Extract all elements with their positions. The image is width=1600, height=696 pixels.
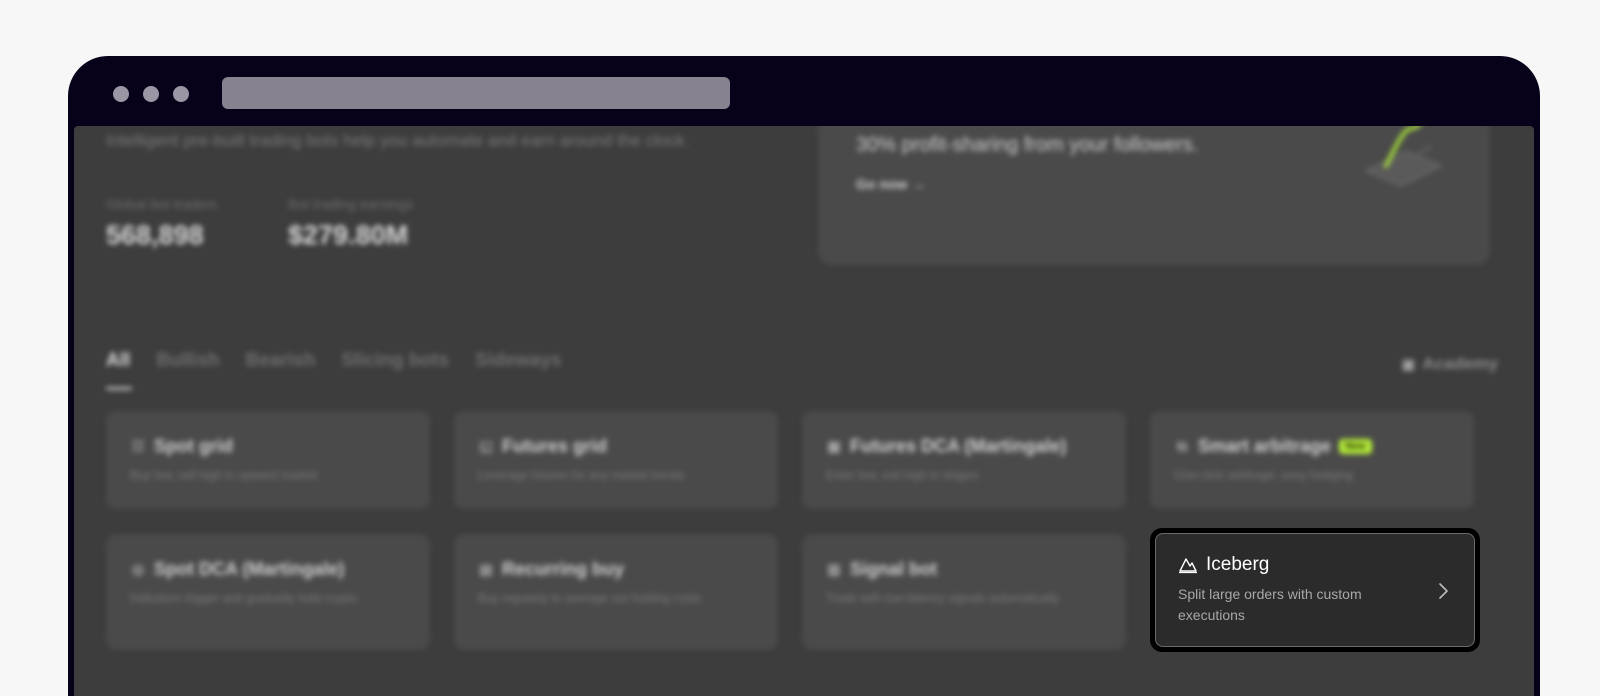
minimize-dot[interactable] xyxy=(143,86,159,102)
promo-link[interactable]: Go now → xyxy=(856,176,925,192)
page-background: Intelligent pre-built trading bots help … xyxy=(0,0,1600,696)
maximize-dot[interactable] xyxy=(173,86,189,102)
card-title: Futures DCA (Martingale) xyxy=(850,436,1067,456)
bot-card-spot-dca[interactable]: ◎ Spot DCA (Martingale) Indicators trigge… xyxy=(106,534,430,650)
new-badge: New xyxy=(1339,439,1372,454)
bot-card-iceberg[interactable]: Iceberg Split large orders with custom e… xyxy=(1155,533,1475,647)
card-title: Signal bot xyxy=(850,559,937,579)
tab-bullish[interactable]: Bullish xyxy=(156,350,219,390)
chevron-right-icon[interactable] xyxy=(1436,580,1450,602)
card-desc: Trade with low-latency signals automatic… xyxy=(826,591,1059,605)
dca-icon: ▦ xyxy=(827,438,841,454)
stat-label: Bot trading earnings xyxy=(288,196,414,212)
card-desc: One-click arbitrage, easy hedging xyxy=(1174,468,1353,482)
signal-icon: ▥ xyxy=(827,561,841,577)
card-desc: Buy low, sell high in upward market xyxy=(130,468,318,482)
calendar-icon: ▤ xyxy=(479,561,493,577)
card-desc: Leverage futures for any market trends xyxy=(478,468,685,482)
tab-sideways[interactable]: Sideways xyxy=(475,350,562,390)
tab-slicing-bots[interactable]: Slicing bots xyxy=(341,350,449,390)
tab-bearish[interactable]: Bearish xyxy=(246,350,316,390)
window-controls xyxy=(113,86,189,102)
close-dot[interactable] xyxy=(113,86,129,102)
grid-icon: ☷ xyxy=(131,438,145,454)
bot-category-tabs: All Bullish Bearish Slicing bots Sideway… xyxy=(106,350,562,390)
card-title: Spot grid xyxy=(154,436,233,456)
card-title: Futures grid xyxy=(502,436,608,456)
address-bar[interactable] xyxy=(222,77,730,109)
stat-value: 568,898 xyxy=(106,220,204,250)
card-desc: Indicators trigger and gradually hold cr… xyxy=(130,591,357,605)
card-desc: Split large orders with custom execution… xyxy=(1178,586,1362,623)
promo-text: 30% profit-sharing from your followers. xyxy=(856,134,1199,156)
browser-window: Intelligent pre-built trading bots help … xyxy=(68,56,1540,696)
bot-card-signal-bot[interactable]: ▥ Signal bot Trade with low-latency signa… xyxy=(802,534,1126,650)
book-icon: ▣ xyxy=(1401,355,1415,372)
academy-label: Academy xyxy=(1422,354,1498,373)
card-title: Recurring buy xyxy=(502,559,625,579)
page-viewport: Intelligent pre-built trading bots help … xyxy=(74,126,1534,696)
stat-value: $279.80M xyxy=(288,220,409,250)
stat-label: Global bot traders xyxy=(106,196,218,212)
bot-card-spot-grid[interactable]: ☷ Spot grid Buy low, sell high in upward … xyxy=(106,411,430,509)
intro-text: Intelligent pre-built trading bots help … xyxy=(106,131,690,150)
promo-chart-illustration xyxy=(1364,126,1443,186)
iceberg-icon xyxy=(1179,558,1197,574)
card-desc: Enter low, exit high in stages xyxy=(826,468,979,482)
card-title: Iceberg xyxy=(1206,554,1270,575)
futures-icon: ◱ xyxy=(479,438,493,454)
target-icon: ◎ xyxy=(131,561,145,577)
card-desc: Buy regularly to average out holding cos… xyxy=(478,591,702,605)
academy-link[interactable]: ▣ Academy xyxy=(1400,354,1498,374)
promo-banner[interactable]: 30% profit-sharing from your followers. … xyxy=(818,126,1490,265)
stat-earnings: Bot trading earnings $279.80M xyxy=(288,196,413,251)
bot-card-futures-grid[interactable]: ◱ Futures grid Leverage futures for any m… xyxy=(454,411,778,509)
bot-card-smart-arbitrage[interactable]: ⧉ Smart arbitrage New One-click arbitrage,… xyxy=(1150,411,1474,509)
card-title: Spot DCA (Martingale) xyxy=(154,559,345,579)
highlight-frame: Iceberg Split large orders with custom e… xyxy=(1150,528,1480,652)
tab-all[interactable]: All xyxy=(106,350,133,390)
bot-card-recurring-buy[interactable]: ▤ Recurring buy Buy regularly to average … xyxy=(454,534,778,650)
arbitrage-icon: ⧉ xyxy=(1177,438,1187,454)
bot-card-futures-dca[interactable]: ▦ Futures DCA (Martingale) Enter low, exi… xyxy=(802,411,1126,509)
card-title: Smart arbitrage xyxy=(1198,436,1332,456)
stat-traders: Global bot traders 568,898 xyxy=(106,196,217,251)
